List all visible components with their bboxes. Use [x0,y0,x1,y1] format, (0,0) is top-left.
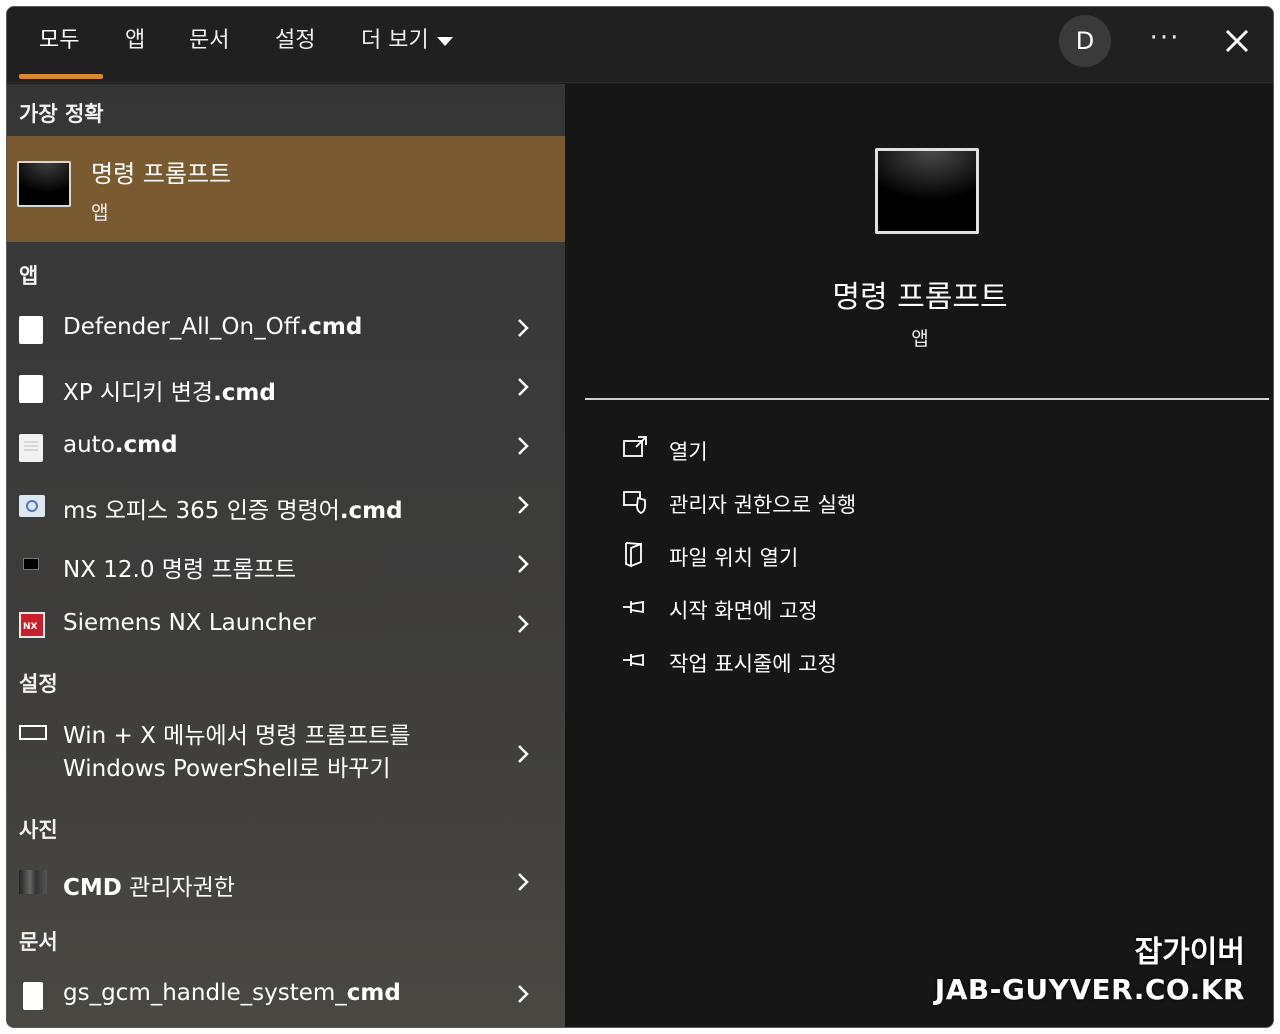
shield-icon [623,491,646,515]
open-icon [623,436,647,457]
folder-icon [625,542,642,568]
nx-logo-icon: NX [19,612,45,638]
preview-pane: 명령 프롬프트 앱 열기 관리자 권한으로 실행 파일 위치 열기 시작 화면에… [565,84,1273,1027]
chevron-right-icon [518,873,529,891]
chevron-right-icon [518,745,529,763]
section-apps: 앱 [19,264,39,288]
chevron-right-icon [518,437,529,455]
close-button[interactable] [1215,19,1259,63]
list-item-label: Win + X 메뉴에서 명령 프롬프트를 Windows PowerShell… [63,723,411,782]
list-item-label: CMD 관리자권한 [63,875,235,901]
close-icon [1225,29,1249,53]
watermark-title: 잡가이버 [1134,935,1245,970]
account-avatar[interactable]: D [1059,15,1111,67]
list-item-app[interactable]: NX 12.0 명령 프롬프트 [7,536,565,592]
pin-icon [623,600,644,614]
command-prompt-icon [875,148,979,234]
list-item-app[interactable]: NX Siemens NX Launcher [7,596,565,652]
chevron-down-icon [436,36,453,46]
list-item-app[interactable]: Defender_All_On_Off.cmd [7,300,565,356]
chevron-right-icon [518,985,529,1003]
photo-thumbnail [19,870,47,894]
best-match-subtitle: 앱 [91,202,109,224]
search-filter-bar: 모두 앱 문서 설정 더 보기 D ··· [7,7,1273,83]
section-photos: 사진 [19,818,58,842]
list-item-label: auto.cmd [63,432,178,458]
search-window: 모두 앱 문서 설정 더 보기 D ··· 가장 정확 명령 프롬프트 앱 앱 … [6,6,1274,1028]
section-best-match: 가장 정확 [19,102,104,126]
preview-title: 명령 프롬프트 [832,280,1008,315]
list-item-app[interactable]: XP 시디키 변경.cmd [7,359,565,415]
file-icon [19,316,43,344]
best-match-title: 명령 프롬프트 [91,160,232,188]
list-item-label: NX 12.0 명령 프롬프트 [63,557,297,583]
list-item-label: gs_gcm_handle_system_cmd [63,980,401,1006]
document-icon [19,434,43,462]
section-documents: 문서 [19,930,58,954]
pin-to-start-label: 시작 화면에 고정 [669,599,818,623]
file-icon [19,375,43,403]
tab-more[interactable]: 더 보기 [361,21,453,61]
list-item-setting[interactable]: Win + X 메뉴에서 명령 프롬프트를 Windows PowerShell… [7,710,565,796]
list-item-document[interactable]: gs_gcm_handle_system_cmd [7,966,565,1022]
chevron-right-icon [518,496,529,514]
pin-to-taskbar-label: 작업 표시줄에 고정 [669,652,837,676]
results-list: 가장 정확 명령 프롬프트 앱 앱 Defender_All_On_Off.cm… [7,84,565,1027]
tab-more-label: 더 보기 [361,28,429,53]
list-item-label: XP 시디키 변경.cmd [63,380,276,406]
divider [585,398,1269,400]
tab-settings[interactable]: 설정 [275,21,315,61]
terminal-icon [23,558,39,570]
active-tab-indicator [19,74,103,79]
watermark-url: JAB-GUYVER.CO.KR [934,973,1245,1006]
tab-all[interactable]: 모두 [39,21,79,61]
tab-apps[interactable]: 앱 [125,21,145,61]
more-options-button[interactable]: ··· [1145,21,1185,61]
tab-documents[interactable]: 문서 [189,21,229,61]
chevron-right-icon [518,319,529,337]
best-match-item[interactable]: 명령 프롬프트 앱 [7,136,565,242]
run-as-admin-label: 관리자 권한으로 실행 [669,493,857,517]
chevron-right-icon [518,615,529,633]
file-icon [23,982,43,1010]
list-item-app[interactable]: auto.cmd [7,418,565,474]
open-file-location-label: 파일 위치 열기 [669,546,799,570]
pin-icon [623,653,644,667]
preview-subtitle: 앱 [911,328,929,350]
chevron-right-icon [518,378,529,396]
script-file-icon [19,495,45,517]
svg-text:NX: NX [23,622,38,632]
list-item-photo[interactable]: CMD 관리자권한 [7,854,565,910]
command-prompt-icon [17,161,71,207]
list-item-app[interactable]: ms 오피스 365 인증 명령어.cmd [7,477,565,533]
display-icon [19,725,47,740]
open-action-label: 열기 [669,440,708,464]
section-settings: 설정 [19,672,58,696]
chevron-right-icon [518,555,529,573]
list-item-label: ms 오피스 365 인증 명령어.cmd [63,498,403,524]
list-item-label: Defender_All_On_Off.cmd [63,314,363,340]
list-item-label: Siemens NX Launcher [63,610,316,636]
